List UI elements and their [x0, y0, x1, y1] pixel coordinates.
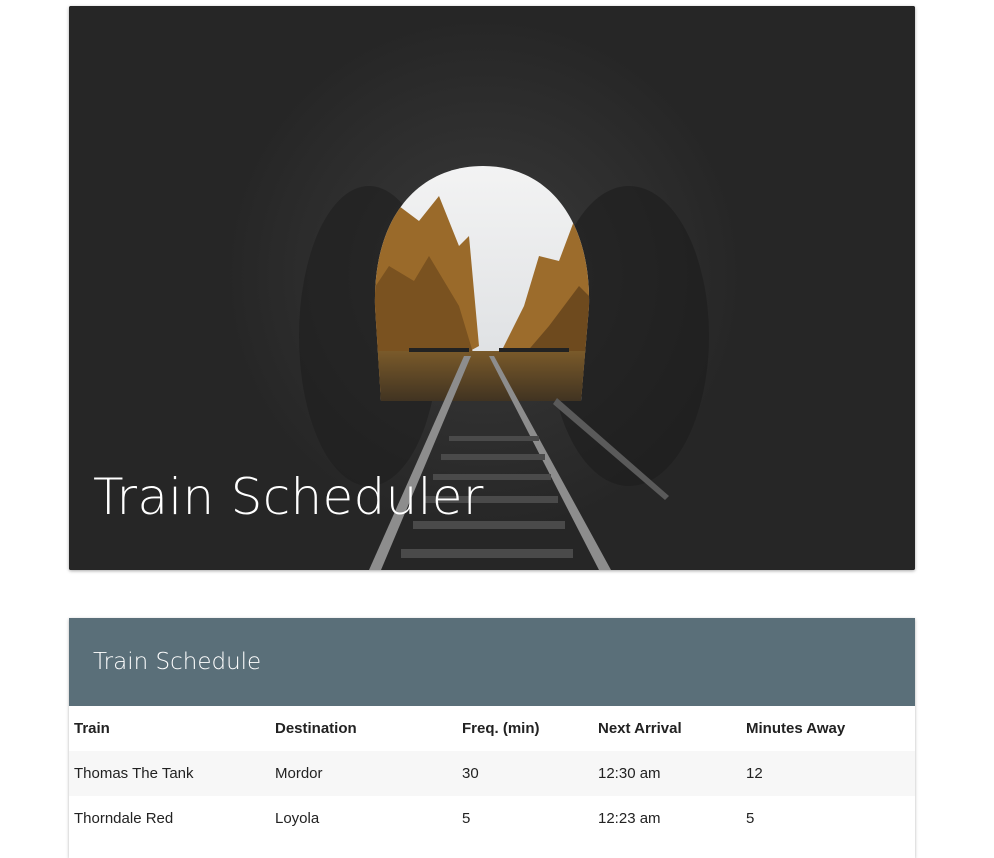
cell-frequency: 5: [462, 810, 471, 827]
table-row: Thorndale Red Loyola 5 12:23 am 5: [69, 796, 915, 841]
schedule-card-header: Train Schedule: [69, 618, 915, 706]
table-row: Thomas The Tank Mordor 30 12:30 am 12: [69, 751, 915, 796]
cell-next-arrival: 12:23 am: [598, 810, 661, 827]
cell-destination: Loyola: [275, 810, 320, 827]
cell-destination: Mordor: [275, 765, 323, 782]
cell-next-arrival: 12:30 am: [598, 765, 661, 782]
cell-train: Thomas The Tank: [74, 765, 194, 782]
column-header-minutes-away: Minutes Away: [746, 720, 846, 737]
column-header-destination: Destination: [275, 720, 357, 737]
cell-minutes-away: 5: [746, 810, 755, 827]
cell-minutes-away: 12: [746, 765, 763, 782]
cell-frequency: 30: [462, 765, 479, 782]
hero-banner: Train Scheduler: [69, 6, 915, 570]
table-header-row: Train Destination Freq. (min) Next Arriv…: [69, 706, 915, 751]
column-header-train: Train: [74, 720, 110, 737]
column-header-frequency: Freq. (min): [462, 720, 540, 737]
schedule-table: Train Destination Freq. (min) Next Arriv…: [69, 706, 915, 841]
schedule-title: Train Schedule: [93, 649, 262, 675]
column-header-next-arrival: Next Arrival: [598, 720, 682, 737]
schedule-card: Train Schedule Train Destination Freq. (…: [69, 618, 915, 858]
cell-train: Thorndale Red: [74, 810, 174, 827]
page-title: Train Scheduler: [93, 468, 484, 526]
